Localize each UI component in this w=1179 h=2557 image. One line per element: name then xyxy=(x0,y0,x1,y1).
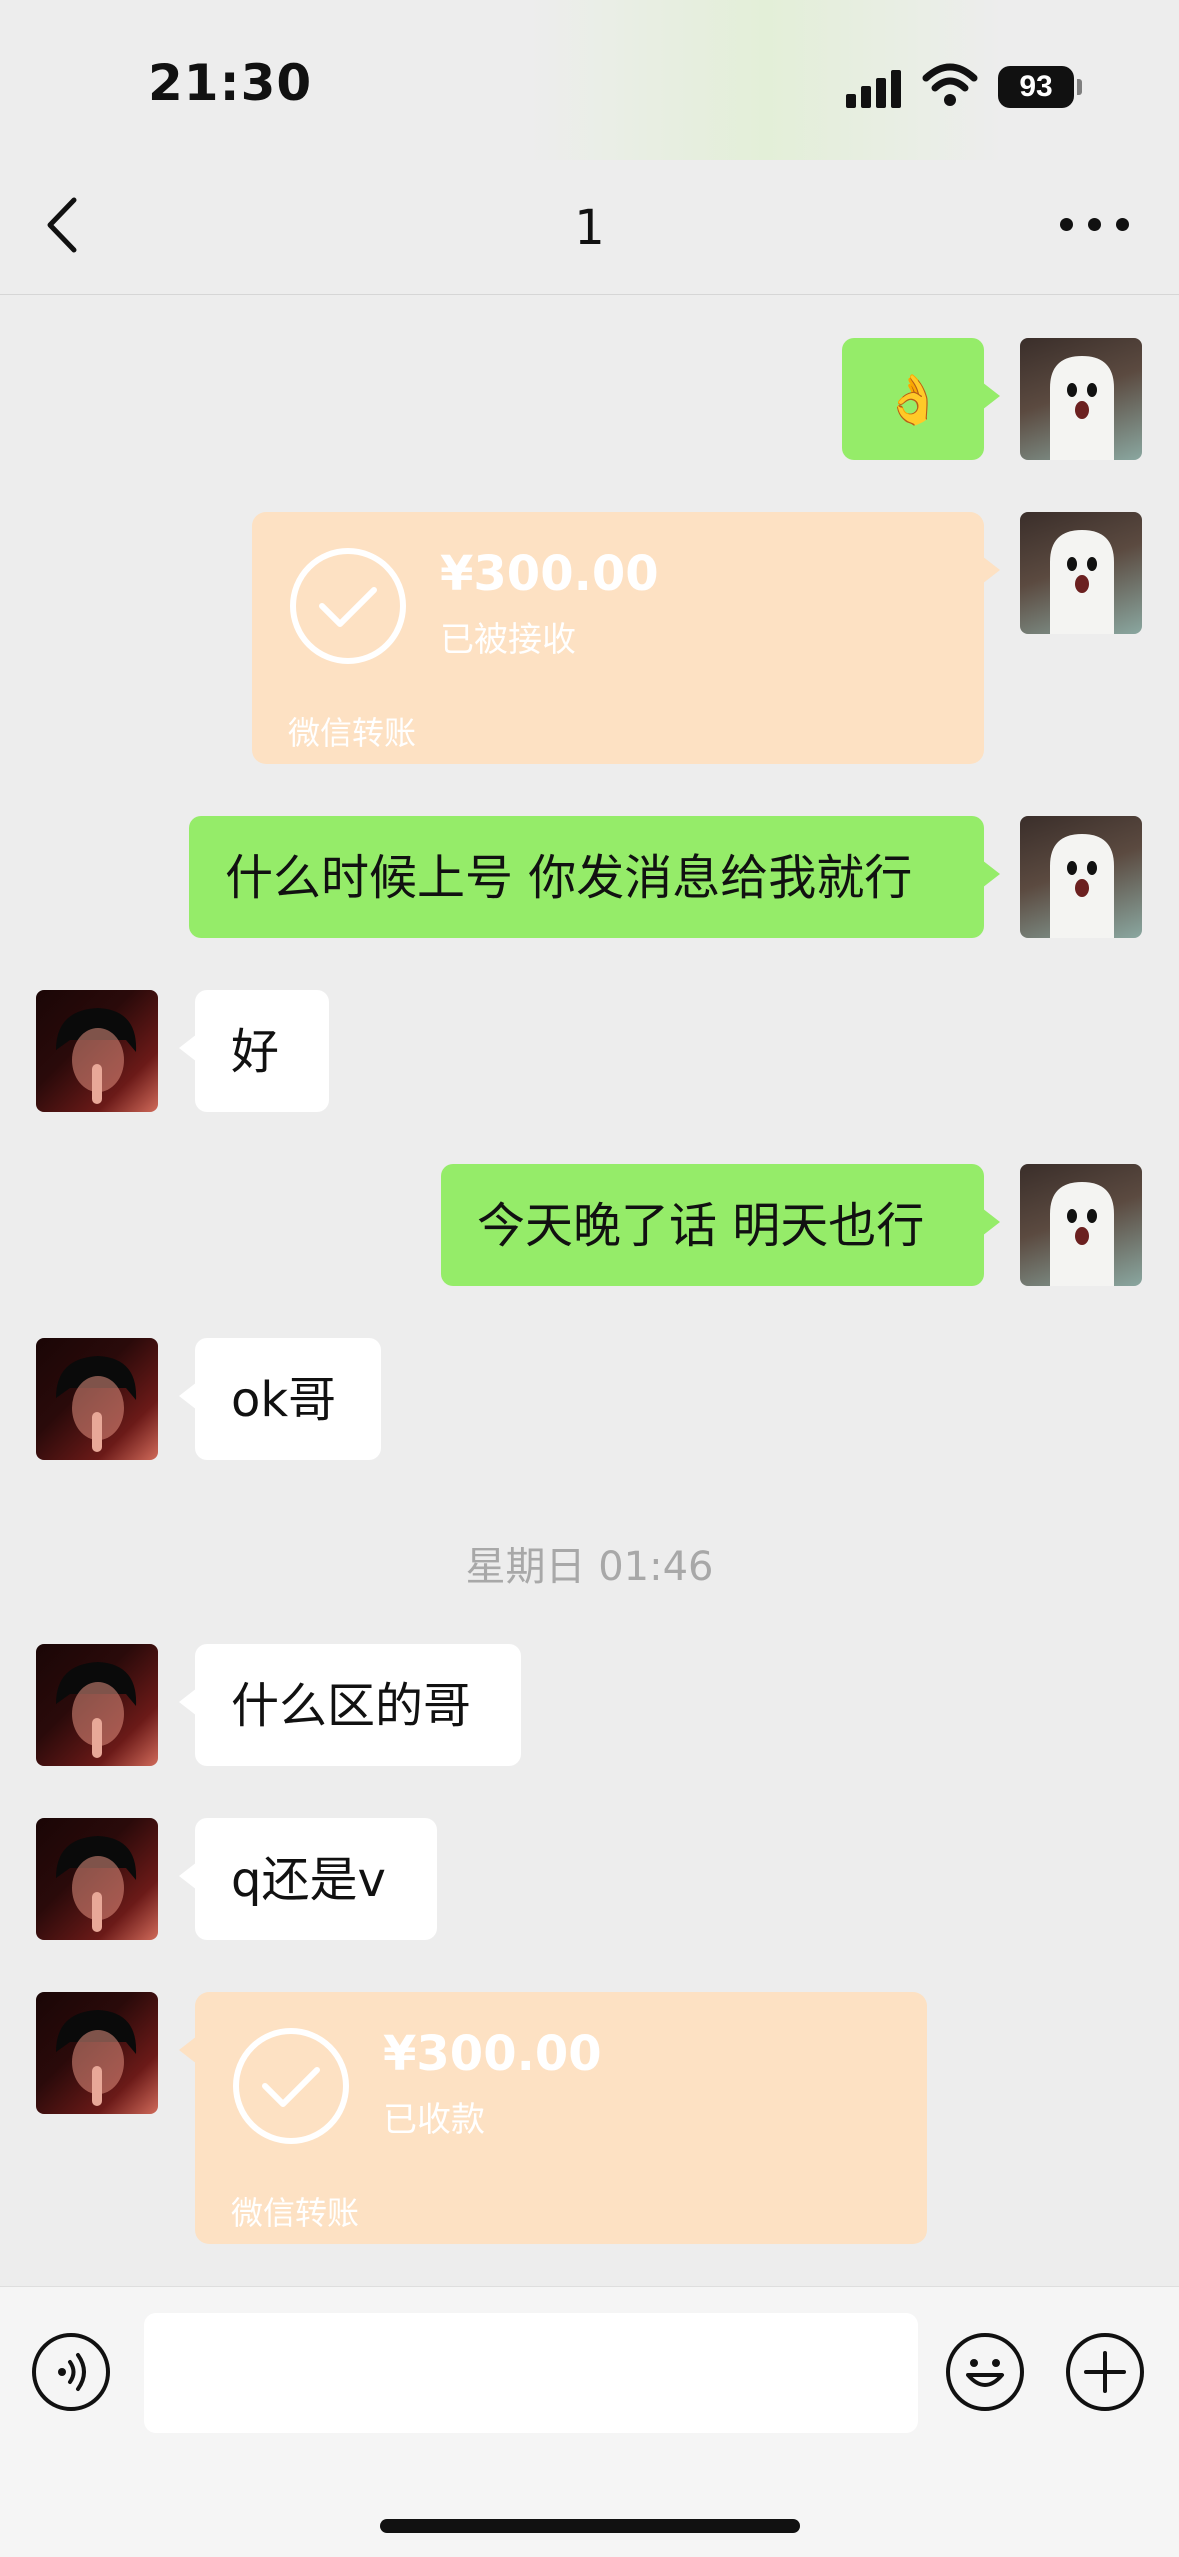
input-bar xyxy=(0,2286,1179,2557)
message-bubble-outgoing[interactable]: 什么时候上号 你发消息给我就行 xyxy=(189,816,1000,938)
my-avatar[interactable] xyxy=(1020,338,1142,460)
transfer-amount: ¥300.00 xyxy=(383,2026,602,2082)
transfer-status: 已被接收 xyxy=(440,620,576,660)
message-input[interactable] xyxy=(144,2313,918,2433)
transfer-label: 微信转账 xyxy=(231,2194,360,2232)
message-text: 今天晚了话 明天也行 xyxy=(477,1198,925,1254)
message-bubble-outgoing[interactable]: 今天晚了话 明天也行 xyxy=(441,1164,1000,1286)
status-time: 21:30 xyxy=(148,54,313,112)
signal-icon xyxy=(846,68,906,108)
battery-indicator: 93 xyxy=(998,66,1074,108)
status-bar: 21:30 93 xyxy=(0,0,1179,160)
message-text: ok哥 xyxy=(231,1372,337,1428)
transfer-status: 已收款 xyxy=(383,2100,485,2140)
message-text: 什么时候上号 你发消息给我就行 xyxy=(225,850,913,906)
transfer-amount: ¥300.00 xyxy=(440,546,659,602)
my-avatar[interactable] xyxy=(1020,1164,1142,1286)
chat-header: 1 xyxy=(0,160,1179,295)
message-text: 什么区的哥 xyxy=(231,1678,472,1734)
contact-avatar[interactable] xyxy=(36,990,158,1112)
message-bubble-incoming[interactable]: ok哥 xyxy=(179,1338,381,1460)
contact-avatar[interactable] xyxy=(36,1338,158,1460)
wifi-icon xyxy=(922,63,978,106)
more-icon[interactable] xyxy=(1060,218,1130,238)
transfer-card-incoming[interactable]: ¥300.00 已收款 微信转账 xyxy=(179,1992,927,2244)
contact-avatar[interactable] xyxy=(36,1992,158,2114)
message-text: 👌 xyxy=(883,372,943,428)
contact-avatar[interactable] xyxy=(36,1818,158,1940)
transfer-card-outgoing[interactable]: ¥300.00 已被接收 微信转账 xyxy=(252,512,1000,764)
plus-icon[interactable] xyxy=(1066,2333,1144,2411)
emoji-icon[interactable] xyxy=(946,2333,1024,2411)
my-avatar[interactable] xyxy=(1020,816,1142,938)
message-bubble-incoming[interactable]: q还是v xyxy=(179,1818,437,1940)
time-divider: 星期日 01:46 xyxy=(465,1544,714,1590)
message-bubble-incoming[interactable]: 什么区的哥 xyxy=(179,1644,521,1766)
message-bubble-outgoing[interactable]: 👌 xyxy=(842,338,1000,460)
message-text: 好 xyxy=(231,1024,280,1080)
home-indicator xyxy=(380,2519,800,2533)
contact-avatar[interactable] xyxy=(36,1644,158,1766)
transfer-label: 微信转账 xyxy=(288,714,417,752)
battery-tip xyxy=(1077,79,1082,95)
my-avatar[interactable] xyxy=(1020,512,1142,634)
check-icon xyxy=(233,2028,349,2144)
message-bubble-incoming[interactable]: 好 xyxy=(179,990,329,1112)
voice-icon[interactable] xyxy=(32,2333,110,2411)
message-text: q还是v xyxy=(231,1852,386,1908)
chat-title: 1 xyxy=(574,200,605,256)
check-icon xyxy=(290,548,406,664)
